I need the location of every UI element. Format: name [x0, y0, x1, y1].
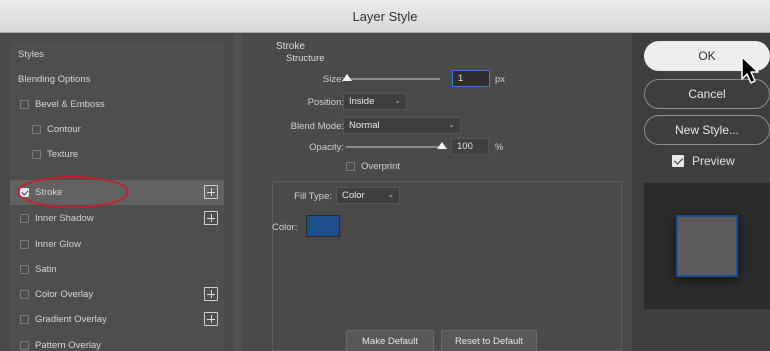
add-color-overlay-plus-icon[interactable]	[204, 287, 218, 301]
preview-swatch	[676, 215, 738, 277]
style-item-label: Inner Shadow	[35, 213, 94, 224]
title-bar: Layer Style	[0, 0, 770, 33]
add-gradient-overlay-plus-icon[interactable]	[204, 312, 218, 326]
overprint-label: Overprint	[361, 161, 401, 172]
highlight-circle	[17, 176, 129, 208]
reset-to-default-button[interactable]: Reset to Default	[441, 330, 537, 351]
cursor-arrow-icon	[741, 56, 759, 84]
style-item-label: Pattern Overlay	[35, 340, 101, 351]
size-unit: px	[495, 74, 506, 85]
window-title: Layer Style	[352, 8, 418, 24]
make-default-label: Make Default	[362, 335, 418, 347]
style-item-label: Bevel & Emboss	[35, 99, 105, 110]
cancel-label: Cancel	[688, 87, 726, 101]
color-overlay-checkbox[interactable]	[20, 290, 29, 299]
opacity-unit: %	[495, 142, 504, 153]
gradient-overlay-checkbox[interactable]	[20, 315, 29, 324]
style-item-contour[interactable]: Contour	[10, 117, 224, 142]
texture-checkbox[interactable]	[32, 150, 41, 159]
styles-header-label: Styles	[18, 49, 44, 60]
blending-options-label: Blending Options	[18, 74, 91, 85]
size-input[interactable]: 1	[452, 70, 490, 87]
new-style-button[interactable]: New Style...	[644, 115, 770, 145]
preview-label: Preview	[692, 154, 735, 168]
stroke-color-swatch[interactable]	[306, 215, 340, 237]
color-label: Color:	[272, 222, 298, 233]
new-style-label: New Style...	[674, 123, 740, 137]
size-slider-thumb[interactable]	[342, 74, 352, 81]
preview-checkbox[interactable]	[672, 155, 684, 167]
size-label: Size:	[322, 74, 344, 85]
blend-mode-value: Normal	[349, 120, 380, 131]
overprint-checkbox[interactable]	[346, 162, 355, 171]
chevron-down-icon: ⌄	[387, 190, 394, 199]
style-item-satin[interactable]: Satin	[10, 257, 224, 282]
stroke-panel: Stroke Structure Size: 1 px Position: In…	[262, 33, 622, 351]
style-item-gradient-overlay[interactable]: Gradient Overlay	[10, 307, 224, 332]
style-item-label: Satin	[35, 264, 57, 275]
style-item-label: Color Overlay	[35, 289, 94, 300]
layer-style-dialog: Styles Blending Options Bevel & Emboss C…	[0, 33, 770, 351]
opacity-slider-thumb[interactable]	[437, 142, 447, 149]
styles-header[interactable]: Styles	[10, 42, 224, 67]
opacity-value: 100	[457, 141, 473, 152]
satin-checkbox[interactable]	[20, 265, 29, 274]
inner-shadow-checkbox[interactable]	[20, 214, 29, 223]
styles-list: Styles Blending Options Bevel & Emboss C…	[10, 42, 224, 351]
style-item-label: Texture	[47, 149, 79, 160]
fill-type-value: Color	[342, 190, 365, 201]
chevron-down-icon: ⌄	[394, 96, 401, 105]
reset-to-default-label: Reset to Default	[454, 335, 524, 347]
position-select[interactable]: Inside ⌄	[343, 93, 407, 110]
style-item-label: Gradient Overlay	[35, 314, 107, 325]
ok-label: OK	[698, 49, 716, 63]
stroke-title: Stroke	[276, 41, 305, 52]
size-slider-track[interactable]	[346, 78, 440, 80]
position-value: Inside	[349, 96, 375, 107]
fill-type-select[interactable]: Color ⌄	[336, 187, 400, 204]
actions-panel: OK Cancel New Style... Preview	[632, 33, 770, 351]
overprint-row[interactable]: Overprint	[346, 161, 400, 172]
inner-glow-checkbox[interactable]	[20, 240, 29, 249]
make-default-button[interactable]: Make Default	[346, 330, 434, 351]
chevron-down-icon: ⌄	[448, 120, 455, 129]
opacity-input[interactable]: 100	[451, 138, 489, 155]
opacity-label: Opacity:	[309, 142, 344, 153]
preview-toggle[interactable]: Preview	[672, 154, 735, 168]
fill-type-group	[272, 181, 622, 351]
style-item-inner-shadow[interactable]: Inner Shadow	[10, 206, 224, 231]
add-inner-shadow-plus-icon[interactable]	[204, 211, 218, 225]
size-value: 1	[458, 73, 464, 84]
preview-thumbnail	[644, 183, 770, 309]
style-item-texture[interactable]: Texture	[10, 142, 224, 167]
contour-checkbox[interactable]	[32, 125, 41, 134]
style-item-pattern-overlay[interactable]: Pattern Overlay	[10, 333, 224, 351]
opacity-slider-track[interactable]	[346, 146, 442, 148]
bevel-emboss-checkbox[interactable]	[20, 100, 29, 109]
position-label: Position:	[307, 97, 344, 108]
panel-divider	[234, 33, 242, 351]
style-item-bevel-emboss[interactable]: Bevel & Emboss	[10, 92, 224, 117]
pattern-overlay-checkbox[interactable]	[20, 341, 29, 350]
style-item-label: Contour	[47, 124, 81, 135]
blend-mode-label: Blend Mode:	[290, 121, 344, 132]
style-item-label: Inner Glow	[35, 239, 81, 250]
add-stroke-plus-icon[interactable]	[204, 185, 218, 199]
blending-options-item[interactable]: Blending Options	[10, 67, 224, 92]
fill-type-label: Fill Type:	[294, 191, 332, 202]
style-item-inner-glow[interactable]: Inner Glow	[10, 232, 224, 257]
structure-title: Structure	[286, 53, 325, 64]
style-item-color-overlay[interactable]: Color Overlay	[10, 282, 224, 307]
blend-mode-select[interactable]: Normal ⌄	[343, 117, 461, 134]
